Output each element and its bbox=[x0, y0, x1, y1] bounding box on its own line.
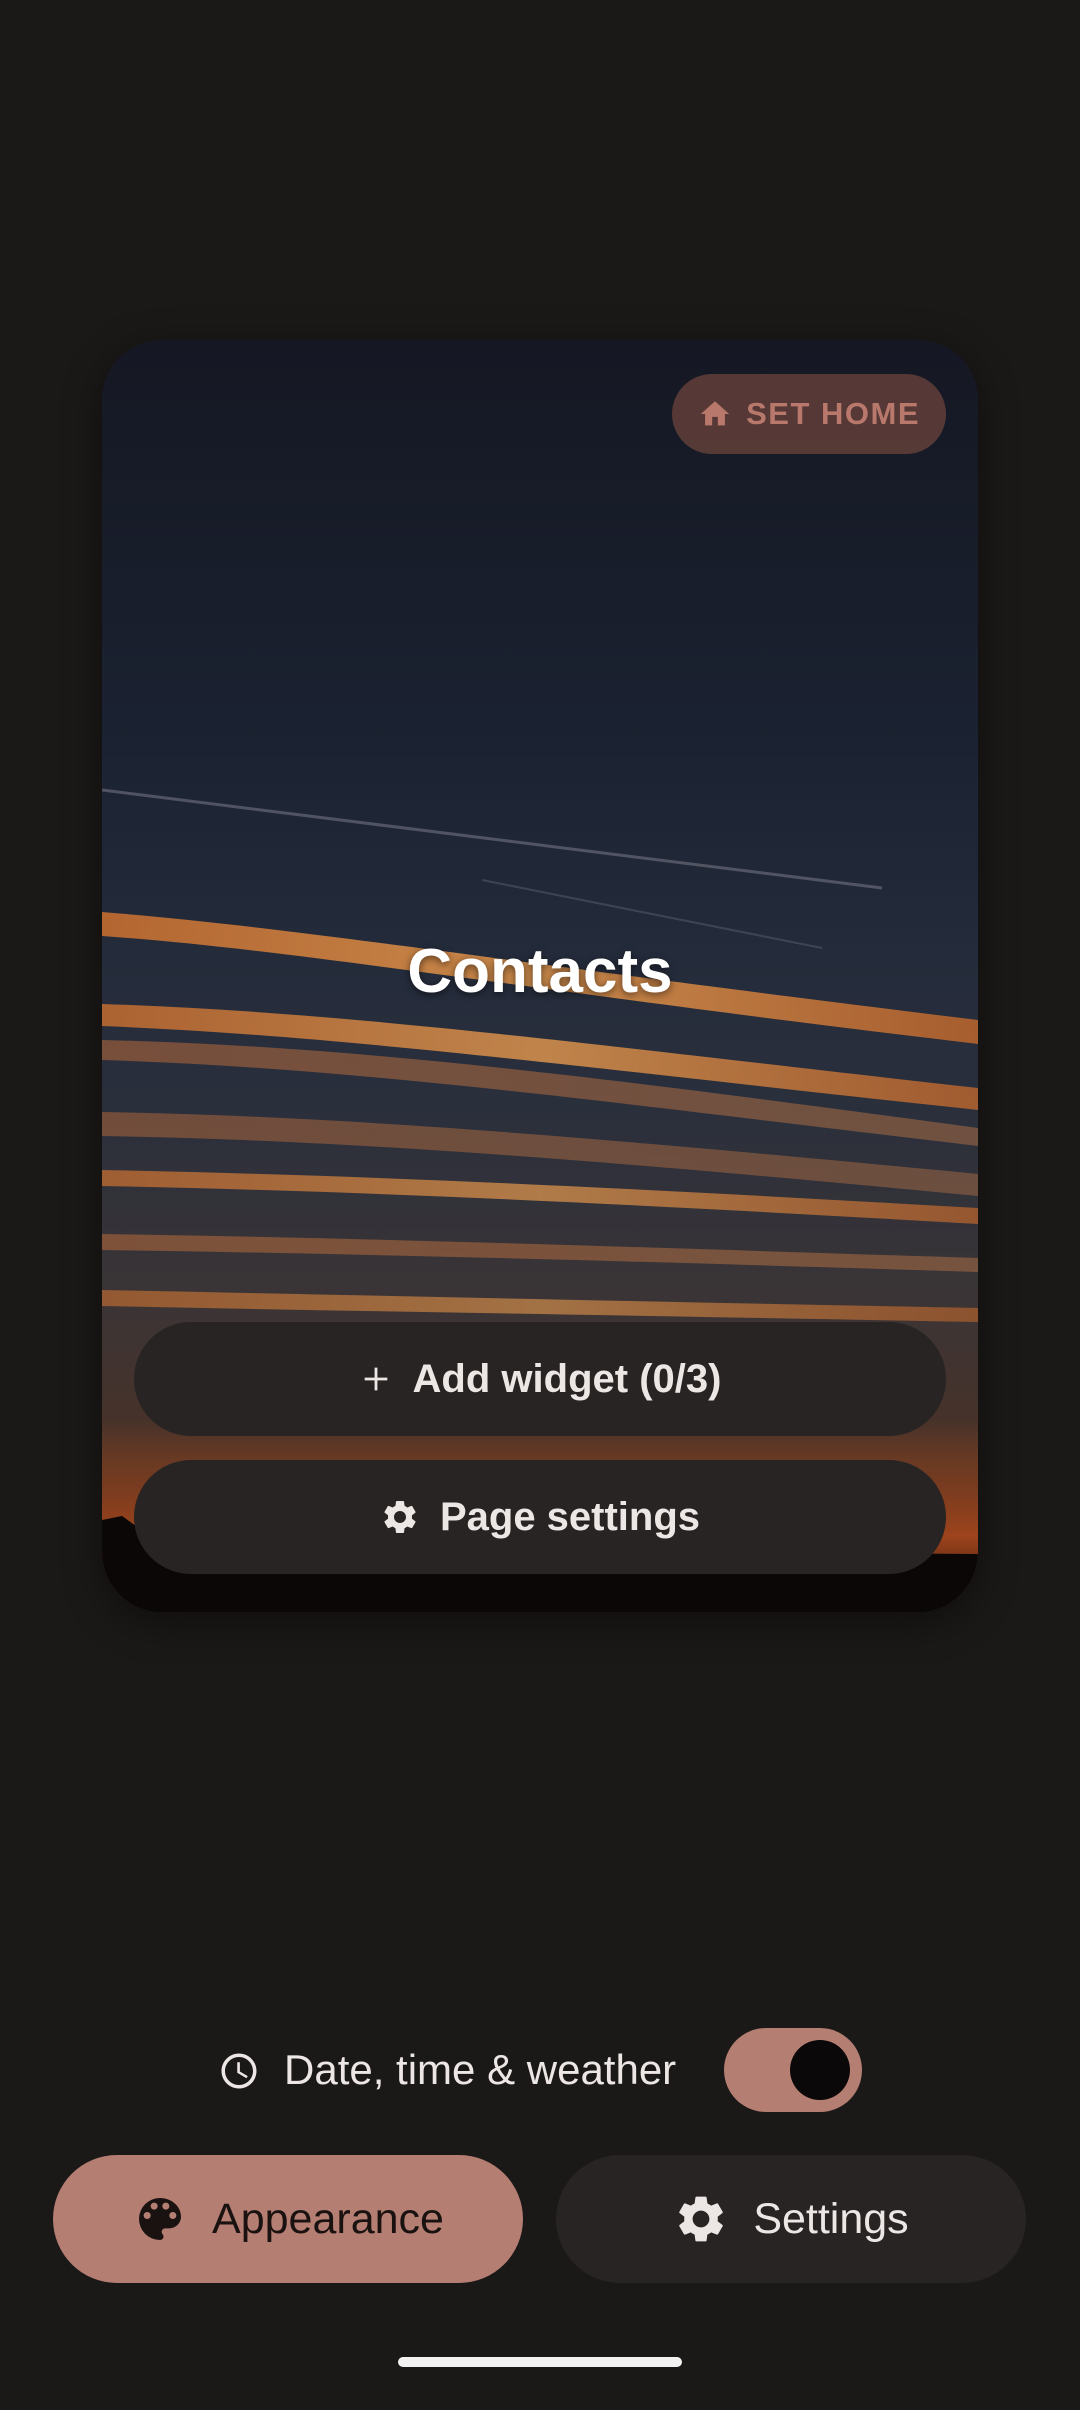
page-settings-label: Page settings bbox=[439, 1494, 701, 1539]
plus-icon bbox=[359, 1362, 393, 1396]
palette-icon bbox=[132, 2191, 188, 2247]
date-time-weather-label: Date, time & weather bbox=[284, 2046, 677, 2093]
clock-icon bbox=[218, 2050, 260, 2092]
page-title: Contacts bbox=[407, 937, 673, 1006]
launcher-edit-screen: SET HOME Contacts Add widget (0/3) Page … bbox=[0, 0, 1080, 2410]
page-preview-card[interactable]: SET HOME Contacts Add widget (0/3) Page … bbox=[102, 340, 978, 1612]
toggle-knob bbox=[790, 2040, 850, 2100]
set-home-label: SET HOME bbox=[746, 396, 920, 431]
appearance-button[interactable]: Appearance bbox=[53, 2155, 523, 2283]
add-widget-button[interactable]: Add widget (0/3) bbox=[134, 1322, 946, 1436]
gear-icon bbox=[380, 1497, 420, 1537]
settings-label: Settings bbox=[753, 2194, 909, 2243]
set-home-button[interactable]: SET HOME bbox=[672, 374, 946, 454]
date-time-weather-toggle[interactable] bbox=[724, 2028, 862, 2112]
gesture-home-indicator[interactable] bbox=[398, 2357, 682, 2367]
add-widget-label: Add widget (0/3) bbox=[412, 1356, 722, 1401]
gear-icon bbox=[673, 2191, 729, 2247]
home-icon bbox=[698, 397, 732, 431]
appearance-label: Appearance bbox=[212, 2194, 444, 2243]
settings-button[interactable]: Settings bbox=[556, 2155, 1026, 2283]
date-time-weather-row[interactable]: Date, time & weather bbox=[0, 2026, 1080, 2114]
page-settings-button[interactable]: Page settings bbox=[134, 1460, 946, 1574]
